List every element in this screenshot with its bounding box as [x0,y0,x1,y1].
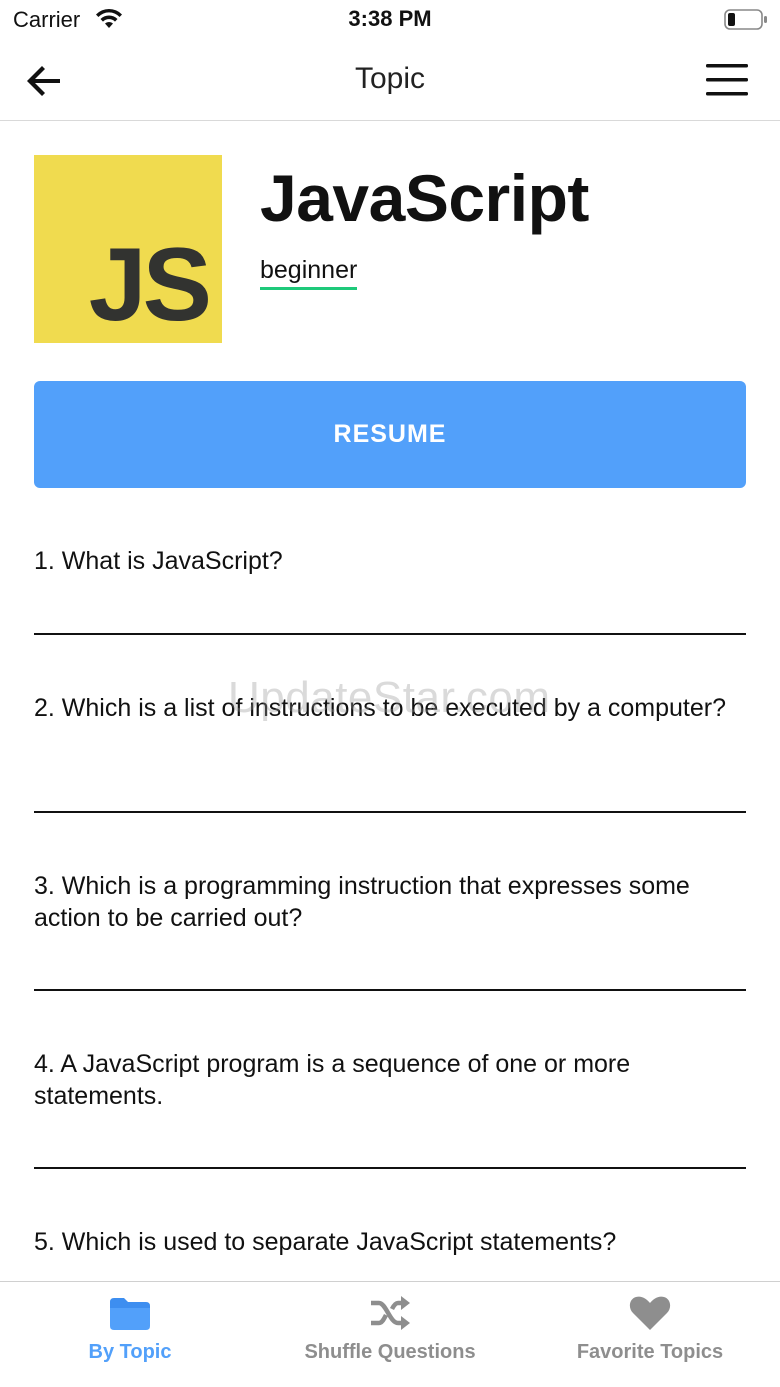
question-item[interactable]: 1. What is JavaScript? [34,488,746,635]
question-list: 1. What is JavaScript? 2. Which is a lis… [34,488,746,1281]
status-bar: Carrier 3:38 PM [0,0,780,40]
topic-level-badge: beginner [260,256,358,290]
resume-button[interactable]: RESUME [34,381,746,488]
tab-label: Favorite Topics [576,1341,724,1363]
battery-icon [724,9,767,30]
nav-bar: Topic [0,40,780,121]
question-text: 4. A JavaScript program is a sequence of… [34,1050,631,1110]
tab-shuffle-questions[interactable]: Shuffle Questions [260,1282,520,1387]
tab-bar: By Topic Shuffle Questions Favorite Topi… [0,1281,780,1387]
question-text: 3. Which is a programming instruction th… [34,872,690,932]
question-text: 2. Which is a list of instructions to be… [34,694,727,722]
heart-icon [629,1296,671,1330]
menu-button[interactable] [704,60,750,100]
shuffle-icon [371,1296,410,1330]
tab-favorite-topics[interactable]: Favorite Topics [520,1282,780,1387]
topic-name: JavaScript [260,161,589,235]
question-item[interactable]: 2. Which is a list of instructions to be… [34,635,746,813]
tab-label: By Topic [88,1341,172,1363]
question-text: 5. Which is used to separate JavaScript … [34,1228,617,1256]
folder-icon [110,1298,150,1330]
question-item[interactable]: 4. A JavaScript program is a sequence of… [34,991,746,1169]
topic-logo: JS [34,155,222,343]
question-item[interactable]: 3. Which is a programming instruction th… [34,813,746,991]
clock: 3:38 PM [348,6,432,31]
tab-by-topic[interactable]: By Topic [0,1282,260,1387]
question-item[interactable]: 5. Which is used to separate JavaScript … [34,1169,746,1281]
tab-label: Shuffle Questions [304,1341,476,1363]
hamburger-icon [706,64,748,96]
topic-logo-text: JS [88,227,212,343]
question-text: 1. What is JavaScript? [34,547,283,575]
page-title: Topic [354,62,426,95]
